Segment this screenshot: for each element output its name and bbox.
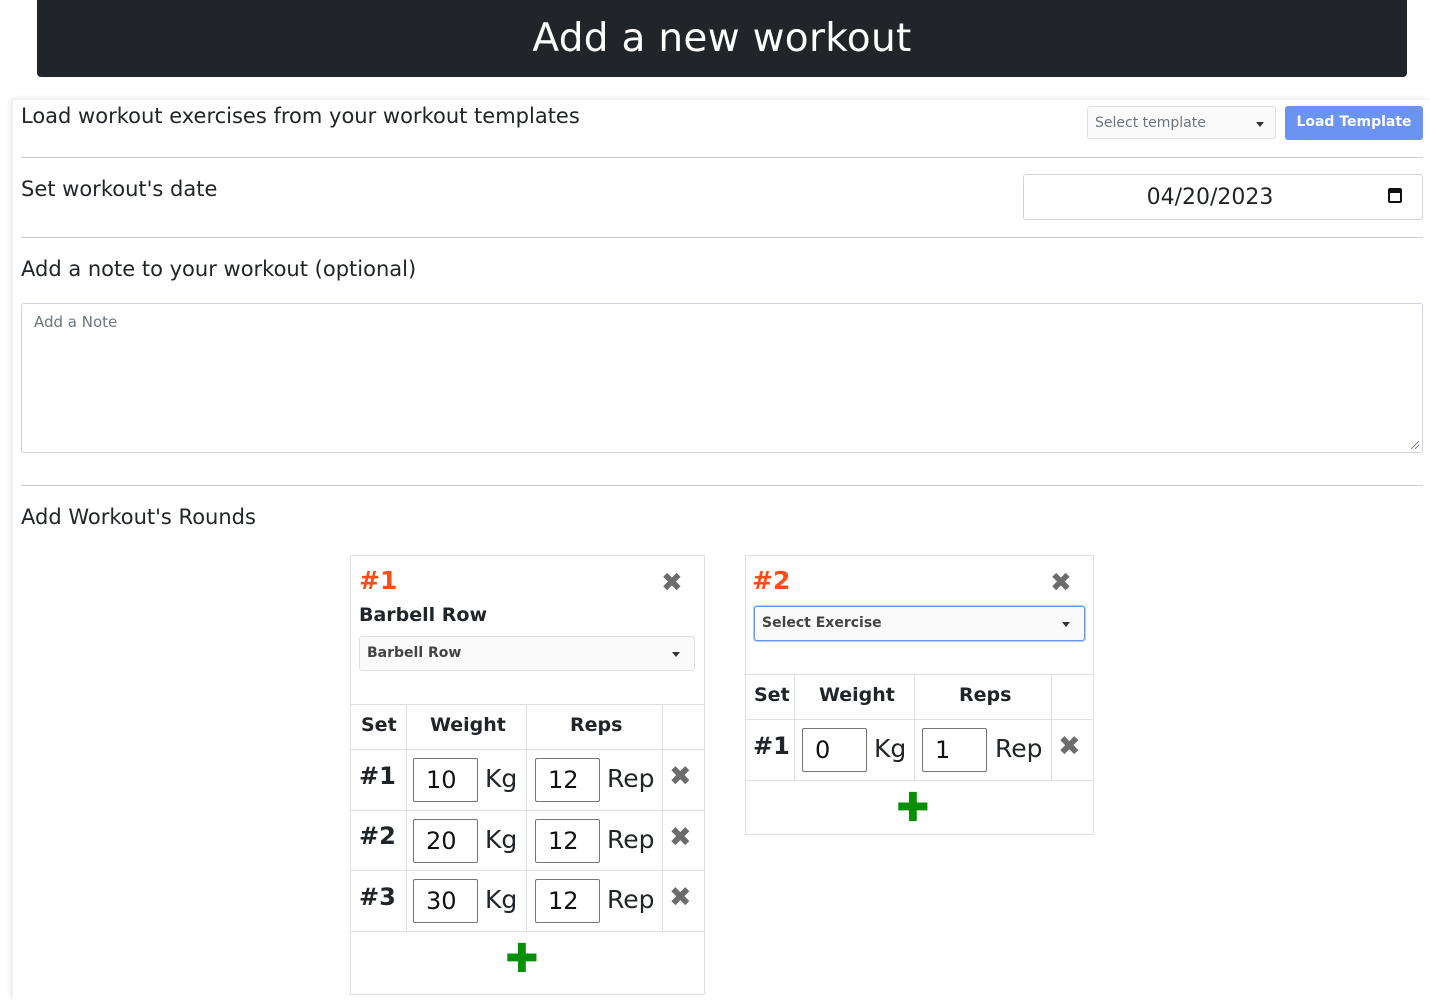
column-header-set: Set [361, 714, 397, 736]
close-icon: ✖ [669, 822, 692, 853]
weight-unit: Kg [485, 764, 518, 793]
reps-unit: Rep [607, 764, 655, 793]
reps-unit: Rep [995, 734, 1043, 763]
weight-unit: Kg [485, 825, 518, 854]
close-icon: ✖ [661, 568, 683, 598]
load-template-button[interactable]: Load Template [1285, 106, 1423, 140]
reps-input[interactable]: 1 [922, 728, 987, 772]
column-header-weight: Weight [819, 684, 895, 706]
weight-unit: Kg [874, 734, 907, 763]
column-header-weight: Weight [430, 714, 506, 736]
table-divider [406, 704, 407, 931]
page-header: Add a new workout [37, 0, 1407, 77]
reps-input[interactable]: 12 [535, 819, 600, 863]
table-divider [746, 780, 1093, 781]
divider [21, 157, 1423, 158]
chevron-down-icon [1256, 122, 1264, 127]
table-divider [351, 749, 704, 750]
weight-input[interactable]: 30 [413, 879, 478, 923]
reps-input[interactable]: 12 [535, 758, 600, 802]
close-icon: ✖ [669, 882, 692, 913]
weight-input[interactable]: 10 [413, 758, 478, 802]
column-header-reps: Reps [570, 714, 623, 736]
add-set-button[interactable]: ✚ [505, 939, 539, 979]
column-header-reps: Reps [959, 684, 1012, 706]
remove-set-button[interactable]: ✖ [669, 824, 692, 851]
plus-icon: ✚ [896, 785, 930, 831]
resize-handle-icon[interactable] [1411, 441, 1419, 449]
template-label: Load workout exercises from your workout… [21, 104, 580, 128]
table-divider [914, 674, 915, 780]
round-number: #2 [752, 566, 791, 595]
date-value: 04/20/2023 [1146, 185, 1274, 210]
add-set-button[interactable]: ✚ [896, 788, 930, 828]
rounds-label: Add Workout's Rounds [21, 505, 256, 529]
table-divider [351, 931, 704, 932]
set-number: #1 [753, 732, 790, 760]
close-icon: ✖ [669, 761, 692, 792]
table-divider [662, 704, 663, 931]
divider [21, 237, 1423, 238]
table-divider [746, 719, 1093, 720]
remove-set-button[interactable]: ✖ [669, 763, 692, 790]
exercise-select[interactable]: Barbell Row [359, 636, 695, 671]
close-icon: ✖ [1050, 568, 1072, 598]
calendar-icon[interactable] [1388, 188, 1402, 203]
date-label: Set workout's date [21, 177, 218, 201]
round-number: #1 [359, 566, 398, 595]
remove-round-button[interactable]: ✖ [661, 570, 683, 596]
table-divider [1051, 674, 1052, 780]
chevron-down-icon [672, 652, 680, 657]
plus-icon: ✚ [505, 936, 539, 982]
reps-unit: Rep [607, 885, 655, 914]
table-divider [351, 870, 704, 871]
column-header-set: Set [754, 684, 790, 706]
template-select[interactable]: Select template [1087, 106, 1276, 139]
weight-input[interactable]: 20 [413, 819, 478, 863]
table-divider [526, 704, 527, 931]
remove-round-button[interactable]: ✖ [1050, 570, 1072, 596]
exercise-select-value: Barbell Row [367, 645, 462, 661]
note-placeholder: Add a Note [34, 313, 118, 331]
table-divider [746, 674, 1093, 675]
reps-input[interactable]: 12 [535, 879, 600, 923]
set-number: #1 [359, 762, 396, 790]
divider [21, 485, 1423, 486]
table-divider [794, 674, 795, 780]
workout-form: Load workout exercises from your workout… [13, 100, 1430, 1000]
exercise-select-value: Select Exercise [762, 615, 882, 631]
table-divider [351, 810, 704, 811]
exercise-name: Barbell Row [359, 604, 488, 626]
exercise-select[interactable]: Select Exercise [754, 606, 1085, 641]
chevron-down-icon [1062, 622, 1070, 627]
set-number: #3 [359, 883, 396, 911]
remove-set-button[interactable]: ✖ [1058, 733, 1081, 760]
note-label: Add a note to your workout (optional) [21, 257, 417, 281]
set-number: #2 [359, 822, 396, 850]
remove-set-button[interactable]: ✖ [669, 884, 692, 911]
weight-input[interactable]: 0 [802, 728, 867, 772]
template-select-value: Select template [1095, 115, 1206, 131]
close-icon: ✖ [1058, 731, 1081, 762]
weight-unit: Kg [485, 885, 518, 914]
note-textarea[interactable]: Add a Note [21, 303, 1423, 453]
reps-unit: Rep [607, 825, 655, 854]
table-divider [351, 704, 704, 705]
round-card: #2 ✖ Select Exercise Set Weight Reps #1 … [745, 555, 1094, 835]
page-title: Add a new workout [532, 16, 912, 61]
round-card: #1 ✖ Barbell Row Barbell Row Set Weight … [350, 555, 705, 995]
date-input[interactable]: 04/20/2023 [1023, 174, 1423, 220]
